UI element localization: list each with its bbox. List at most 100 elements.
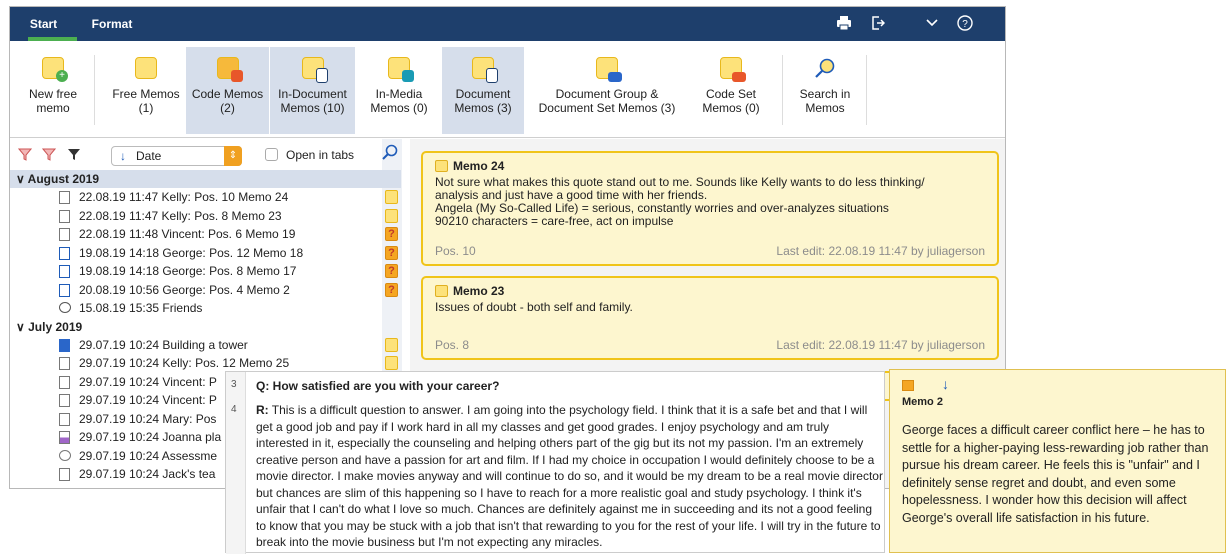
memo-icon <box>902 380 914 391</box>
list-item-label: 29.07.19 10:24 Vincent: P <box>79 374 217 389</box>
memo-card-footer: Pos. 10 Last edit: 22.08.19 11:47 by juli… <box>435 244 985 258</box>
ribbon-label: Code Set <box>705 87 757 101</box>
filter-icon[interactable] <box>67 147 81 164</box>
memo-card-23[interactable]: Memo 23 Issues of doubt - both self and … <box>421 276 999 360</box>
memo-card-24[interactable]: Memo 24 Not sure what makes this quote s… <box>421 151 999 266</box>
document-set-icon <box>59 302 71 313</box>
list-item-label: 22.08.19 11:47 Kelly: Pos. 10 Memo 24 <box>79 190 289 204</box>
print-icon[interactable] <box>833 7 855 41</box>
memo-icon <box>385 337 398 352</box>
ribbon-label: (1) <box>138 101 154 115</box>
arrow-down-icon[interactable]: ↓ <box>942 376 949 392</box>
group-july-2019[interactable]: ∨ July 2019 <box>10 318 401 336</box>
search-in-memos-button[interactable]: Search in Memos <box>790 47 860 134</box>
list-item-label: 19.08.19 14:18 George: Pos. 12 Memo 18 <box>79 245 304 260</box>
ribbon-label: Memos <box>805 101 845 115</box>
list-item[interactable]: 29.07.19 10:24 Building a tower <box>10 336 401 355</box>
code-set-memos-button[interactable]: Code Set Memos (0) <box>696 47 766 134</box>
expand-icon: ∨ <box>16 319 29 334</box>
memo-card-title: Memo 24 <box>435 159 985 173</box>
memo-card-title: Memo 23 <box>435 284 985 298</box>
list-item-label: 20.08.19 10:56 George: Pos. 4 Memo 2 <box>79 282 290 297</box>
help-icon[interactable]: ? <box>954 7 976 41</box>
question-memo-icon: ? <box>385 227 398 241</box>
tab-bar: Start Format ? <box>10 7 1005 41</box>
export-icon[interactable] <box>867 7 889 41</box>
document-icon <box>59 191 70 204</box>
filter-off-icon[interactable] <box>17 147 33 164</box>
list-item[interactable]: 19.08.19 14:18 George: Pos. 12 Memo 18? <box>10 244 401 263</box>
memo-last-edit: Last edit: 22.08.19 11:47 by juliagerson <box>776 338 985 352</box>
document-group-memos-button[interactable]: Document Group & Document Set Memos (3) <box>534 47 680 134</box>
search-icon[interactable] <box>382 144 398 165</box>
ribbon-label: memo <box>36 101 70 115</box>
ribbon-label: Free Memos <box>112 87 180 101</box>
list-item-label: 29.07.19 10:24 Building a tower <box>79 337 248 352</box>
question-text: Q: How satisfied are you with your caree… <box>256 379 500 393</box>
search-icon <box>814 57 836 79</box>
line-number: 3 <box>231 379 237 390</box>
filter-toolbar: ↓ Date ⇕ Open in tabs <box>10 139 401 170</box>
svg-text:?: ? <box>962 19 968 30</box>
list-item-label: 29.07.19 10:24 Vincent: P <box>79 393 217 407</box>
group-label: August 2019 <box>27 172 100 186</box>
sort-value: Date <box>136 149 162 163</box>
expand-icon: ∨ <box>16 172 28 186</box>
list-item-label: 15.08.19 15:35 Friends <box>79 301 203 315</box>
document-icon <box>59 468 70 481</box>
checkbox-box <box>265 148 278 161</box>
list-item[interactable]: 15.08.19 15:35 Friends <box>10 299 401 318</box>
document-group-memo-icon <box>596 57 622 82</box>
chevron-down-icon[interactable] <box>921 7 943 41</box>
tab-format[interactable]: Format <box>82 7 142 41</box>
memo-card-body: Not sure what makes this quote stand out… <box>435 176 985 228</box>
ribbon-separator <box>866 55 867 125</box>
list-item-label: 22.08.19 11:48 Vincent: Pos. 6 Memo 19 <box>79 227 296 241</box>
document-set-icon <box>59 449 71 461</box>
open-in-tabs-checkbox[interactable]: Open in tabs <box>265 148 354 162</box>
sort-select[interactable]: ↓ Date ⇕ <box>111 146 242 166</box>
list-item[interactable]: 20.08.19 10:56 George: Pos. 4 Memo 2? <box>10 281 401 300</box>
list-item[interactable]: 22.08.19 11:48 Vincent: Pos. 6 Memo 19? <box>10 225 401 244</box>
in-media-memos-button[interactable]: In-Media Memos (0) <box>366 47 432 134</box>
in-document-memos-button[interactable]: In-Document Memos (10) <box>270 47 355 134</box>
ribbon: + New free memo Free Memos (1) Code Memo… <box>10 41 1005 138</box>
response-label: R: <box>256 403 269 417</box>
open-in-tabs-label: Open in tabs <box>286 148 355 162</box>
question-memo-icon: ? <box>385 282 398 297</box>
question-memo-icon: ? <box>385 264 398 278</box>
question-memo-icon: ? <box>385 245 398 260</box>
ribbon-label: Search in <box>799 87 851 101</box>
new-free-memo-button[interactable]: + New free memo <box>18 47 88 134</box>
ribbon-label: In-Media <box>375 87 423 101</box>
memo-title-text: Memo 24 <box>453 159 505 173</box>
list-item[interactable]: 29.07.19 10:24 Kelly: Pos. 12 Memo 25 <box>10 354 401 373</box>
line-number: 4 <box>231 404 237 415</box>
memo-text-line: Issues of doubt - both self and family. <box>435 300 633 314</box>
group-august-2019[interactable]: ∨ August 2019 <box>10 170 401 188</box>
tab-start[interactable]: Start <box>10 7 77 41</box>
ribbon-label: Code Memos <box>191 87 264 101</box>
code-memos-button[interactable]: Code Memos (2) <box>186 47 269 134</box>
list-item-label: 29.07.19 10:24 Assessme <box>79 448 218 463</box>
tab-start-label: Start <box>29 17 58 31</box>
free-memos-button[interactable]: Free Memos (1) <box>106 47 186 134</box>
code-set-memo-icon <box>720 57 746 82</box>
document-memos-button[interactable]: Document Memos (3) <box>442 47 524 134</box>
list-item[interactable]: 22.08.19 11:47 Kelly: Pos. 10 Memo 24 <box>10 188 401 207</box>
response-text[interactable]: R: This is a difficult question to answe… <box>256 402 883 551</box>
ribbon-label: Document Set Memos (3) <box>538 101 676 115</box>
filter-reset-icon[interactable] <box>41 147 57 164</box>
memo-icon <box>385 190 398 204</box>
memo-icon <box>385 356 398 370</box>
list-item[interactable]: 22.08.19 11:47 Kelly: Pos. 8 Memo 23 <box>10 207 401 226</box>
list-item-label: 29.07.19 10:24 Mary: Pos <box>79 411 217 426</box>
list-item-label: 22.08.19 11:47 Kelly: Pos. 8 Memo 23 <box>79 208 282 223</box>
edit-document-icon <box>59 265 70 278</box>
memo-popup[interactable]: ↓ Memo 2 George faces a difficult career… <box>889 369 1226 553</box>
document-icon <box>59 209 70 223</box>
memo-icon <box>385 208 398 223</box>
ribbon-label: Memos (3) <box>454 101 512 115</box>
in-document-memo-icon <box>301 57 328 83</box>
list-item[interactable]: 19.08.19 14:18 George: Pos. 8 Memo 17? <box>10 262 401 281</box>
